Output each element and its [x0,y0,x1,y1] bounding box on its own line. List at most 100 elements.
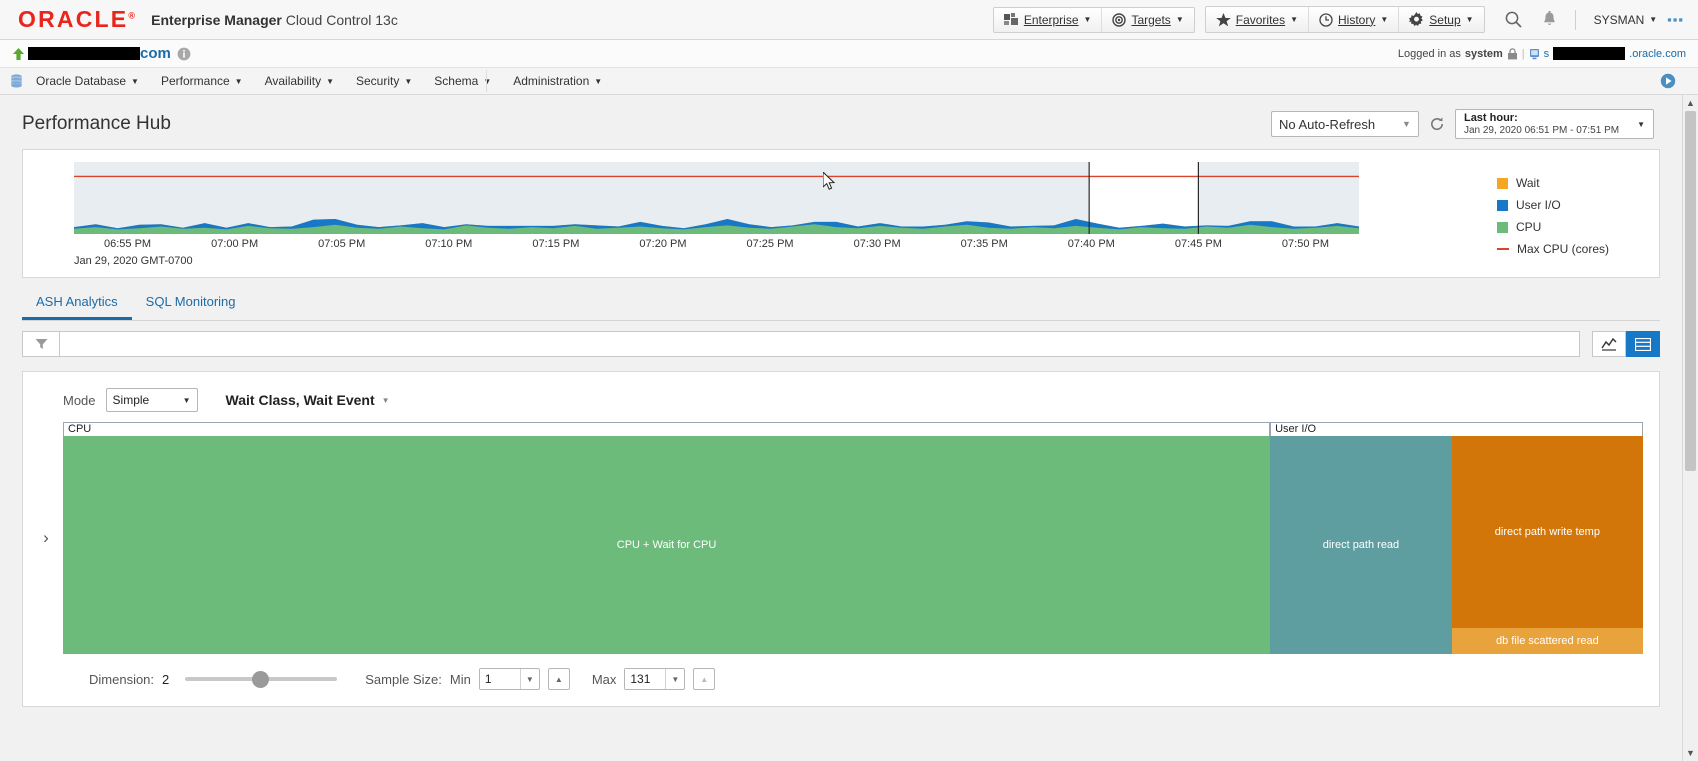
oracle-logo: ORACLE® [18,8,137,31]
menu-label: Oracle Database [36,74,127,88]
filter-icon[interactable] [22,331,60,357]
x-axis-tick: 07:05 PM [318,238,366,250]
page-main: Performance Hub No Auto-Refresh ▼ Last h… [0,95,1682,761]
min-stepper-up[interactable]: ▲ [547,668,570,690]
activity-chart-svg[interactable] [74,162,1359,234]
dimension-slider[interactable] [185,670,338,688]
logged-in-user: system [1464,47,1503,60]
host-suffix[interactable]: .oracle.com [1629,48,1686,60]
menu-label: Administration [513,74,590,88]
legend-item[interactable]: User I/O [1497,198,1653,212]
setup-label: Setup [1429,12,1461,27]
user-menu-label: SYSMAN [1593,12,1645,27]
auto-refresh-value: No Auto-Refresh [1278,116,1376,132]
oracle-logo-text: ORACLE [18,6,129,32]
x-axis-tick: 07:45 PM [1174,238,1222,250]
timezone-label: Jan 29, 2020 GMT-0700 [74,255,193,267]
chevron-down-icon[interactable]: ▼ [665,669,684,689]
history-label: History [1338,12,1376,27]
legend-label: Max CPU (cores) [1517,242,1610,256]
menu-oracle-database[interactable]: Oracle Database ▼ [25,74,150,88]
legend-item[interactable]: Max CPU (cores) [1497,242,1653,256]
legend-color-swatch [1497,199,1508,211]
filter-input[interactable] [60,332,1579,356]
legend-item[interactable]: Wait [1497,176,1653,190]
menu-schema[interactable]: Schema ▼ [423,74,502,88]
bell-icon[interactable] [1532,7,1567,33]
favorites-label: Favorites [1235,12,1286,27]
gear-icon [1409,12,1424,27]
history-button[interactable]: History ▼ [1309,7,1400,32]
dimension-count-value: 2 [162,671,170,687]
treemap-area: CPU User I/O CPU + Wait for CPU direct pat… [63,422,1643,654]
chevron-right-icon[interactable]: › [29,422,63,654]
overflow-menu-icon[interactable]: ▪▪▪ [1667,12,1690,27]
chart-view-icon[interactable] [1592,331,1626,357]
activity-chart[interactable]: 06:55 PM 07:00 PM 07:05 PM 07:10 PM 07:15 PM… [29,162,1483,273]
legend-line-swatch [1497,248,1509,250]
chevron-down-icon: ▼ [1649,15,1658,24]
setup-button[interactable]: Setup ▼ [1399,7,1483,32]
treemap-cell[interactable]: direct path read [1270,436,1452,654]
menu-performance[interactable]: Performance ▼ [150,74,254,88]
filter-input-wrap[interactable] [60,331,1580,357]
favorites-button[interactable]: Favorites ▼ [1206,7,1310,32]
x-axis-tick: 07:00 PM [211,238,259,250]
targets-button[interactable]: Targets ▼ [1102,8,1193,32]
global-header: ORACLE® Enterprise Manager Cloud Control… [0,0,1698,40]
filter-bar [22,331,1660,357]
menu-security[interactable]: Security ▼ [345,74,423,88]
treemap-group-header[interactable]: User I/O [1270,422,1643,436]
tab-sql-monitoring[interactable]: SQL Monitoring [132,288,250,320]
search-icon[interactable] [1495,6,1532,33]
chevron-down-icon: ▼ [1465,15,1474,24]
treemap-cell[interactable]: db file scattered read [1451,627,1643,654]
treemap-cell[interactable]: CPU + Wait for CPU [63,436,1271,654]
target-name[interactable]: com [28,45,171,62]
max-stepper-up[interactable]: ▲ [693,668,716,690]
scrollbar-track[interactable] [1683,111,1698,745]
table-view-icon[interactable] [1626,331,1660,357]
menu-availability[interactable]: Availability ▼ [254,74,345,88]
treemap-cell-label: direct path read [1322,539,1400,551]
nav-group-secondary: Favorites ▼ History ▼ Setup ▼ [1204,6,1485,33]
chevron-down-icon[interactable]: ▼ [519,669,539,689]
tab-ash-analytics[interactable]: ASH Analytics [22,288,132,320]
legend-label: Wait [1516,176,1540,190]
app-title-light: Cloud Control 13c [285,11,398,28]
time-selection-window[interactable] [1089,162,1199,234]
chevron-up-icon[interactable]: ▲ [549,669,569,689]
max-input[interactable] [625,669,666,689]
info-icon[interactable] [177,47,191,61]
dimension-slider-thumb[interactable] [252,670,270,688]
enterprise-button[interactable]: Enterprise ▼ [994,7,1103,32]
auto-refresh-select[interactable]: No Auto-Refresh ▼ [1270,111,1419,137]
play-icon[interactable] [1660,73,1676,89]
scrollbar-thumb[interactable] [1685,111,1696,471]
menu-administration[interactable]: Administration ▼ [502,74,613,88]
user-menu-button[interactable]: SYSMAN ▼ [1584,13,1668,27]
refresh-icon[interactable] [1429,116,1445,132]
chevron-down-icon: ▼ [594,76,603,86]
page-scrollbar[interactable]: ▲ ▼ [1682,95,1698,761]
dimension-selector[interactable]: Wait Class, Wait Event ▼ [226,392,390,408]
treemap-cell-label: db file scattered read [1496,634,1599,647]
chevron-down-icon[interactable]: ▼ [1686,745,1695,761]
min-spinner[interactable]: ▼ [478,668,540,690]
x-axis-tick: 07:40 PM [1067,238,1115,250]
time-range-selector[interactable]: Last hour: Jan 29, 2020 06:51 PM - 07:51… [1454,109,1654,139]
nav-group-primary: Enterprise ▼ Targets ▼ [992,6,1195,33]
mode-select[interactable]: Simple ▼ [105,388,198,412]
max-label: Max [591,671,617,687]
view-toggle-group [1592,331,1660,357]
max-spinner[interactable]: ▼ [624,668,686,690]
chevron-up-icon[interactable]: ▲ [1686,95,1695,111]
min-input[interactable] [479,669,520,689]
global-header-actions: Enterprise ▼ Targets ▼ Favorites ▼ Histo… [992,6,1690,33]
legend-item[interactable]: CPU [1497,220,1653,234]
treemap-group-header[interactable]: CPU [63,422,1271,436]
treemap-cell[interactable]: direct path write temp [1451,436,1643,628]
activity-chart-card: 06:55 PM 07:00 PM 07:05 PM 07:10 PM 07:15 PM… [22,149,1660,278]
menu-label: Availability [264,74,322,88]
menu-label: Security [356,74,400,88]
